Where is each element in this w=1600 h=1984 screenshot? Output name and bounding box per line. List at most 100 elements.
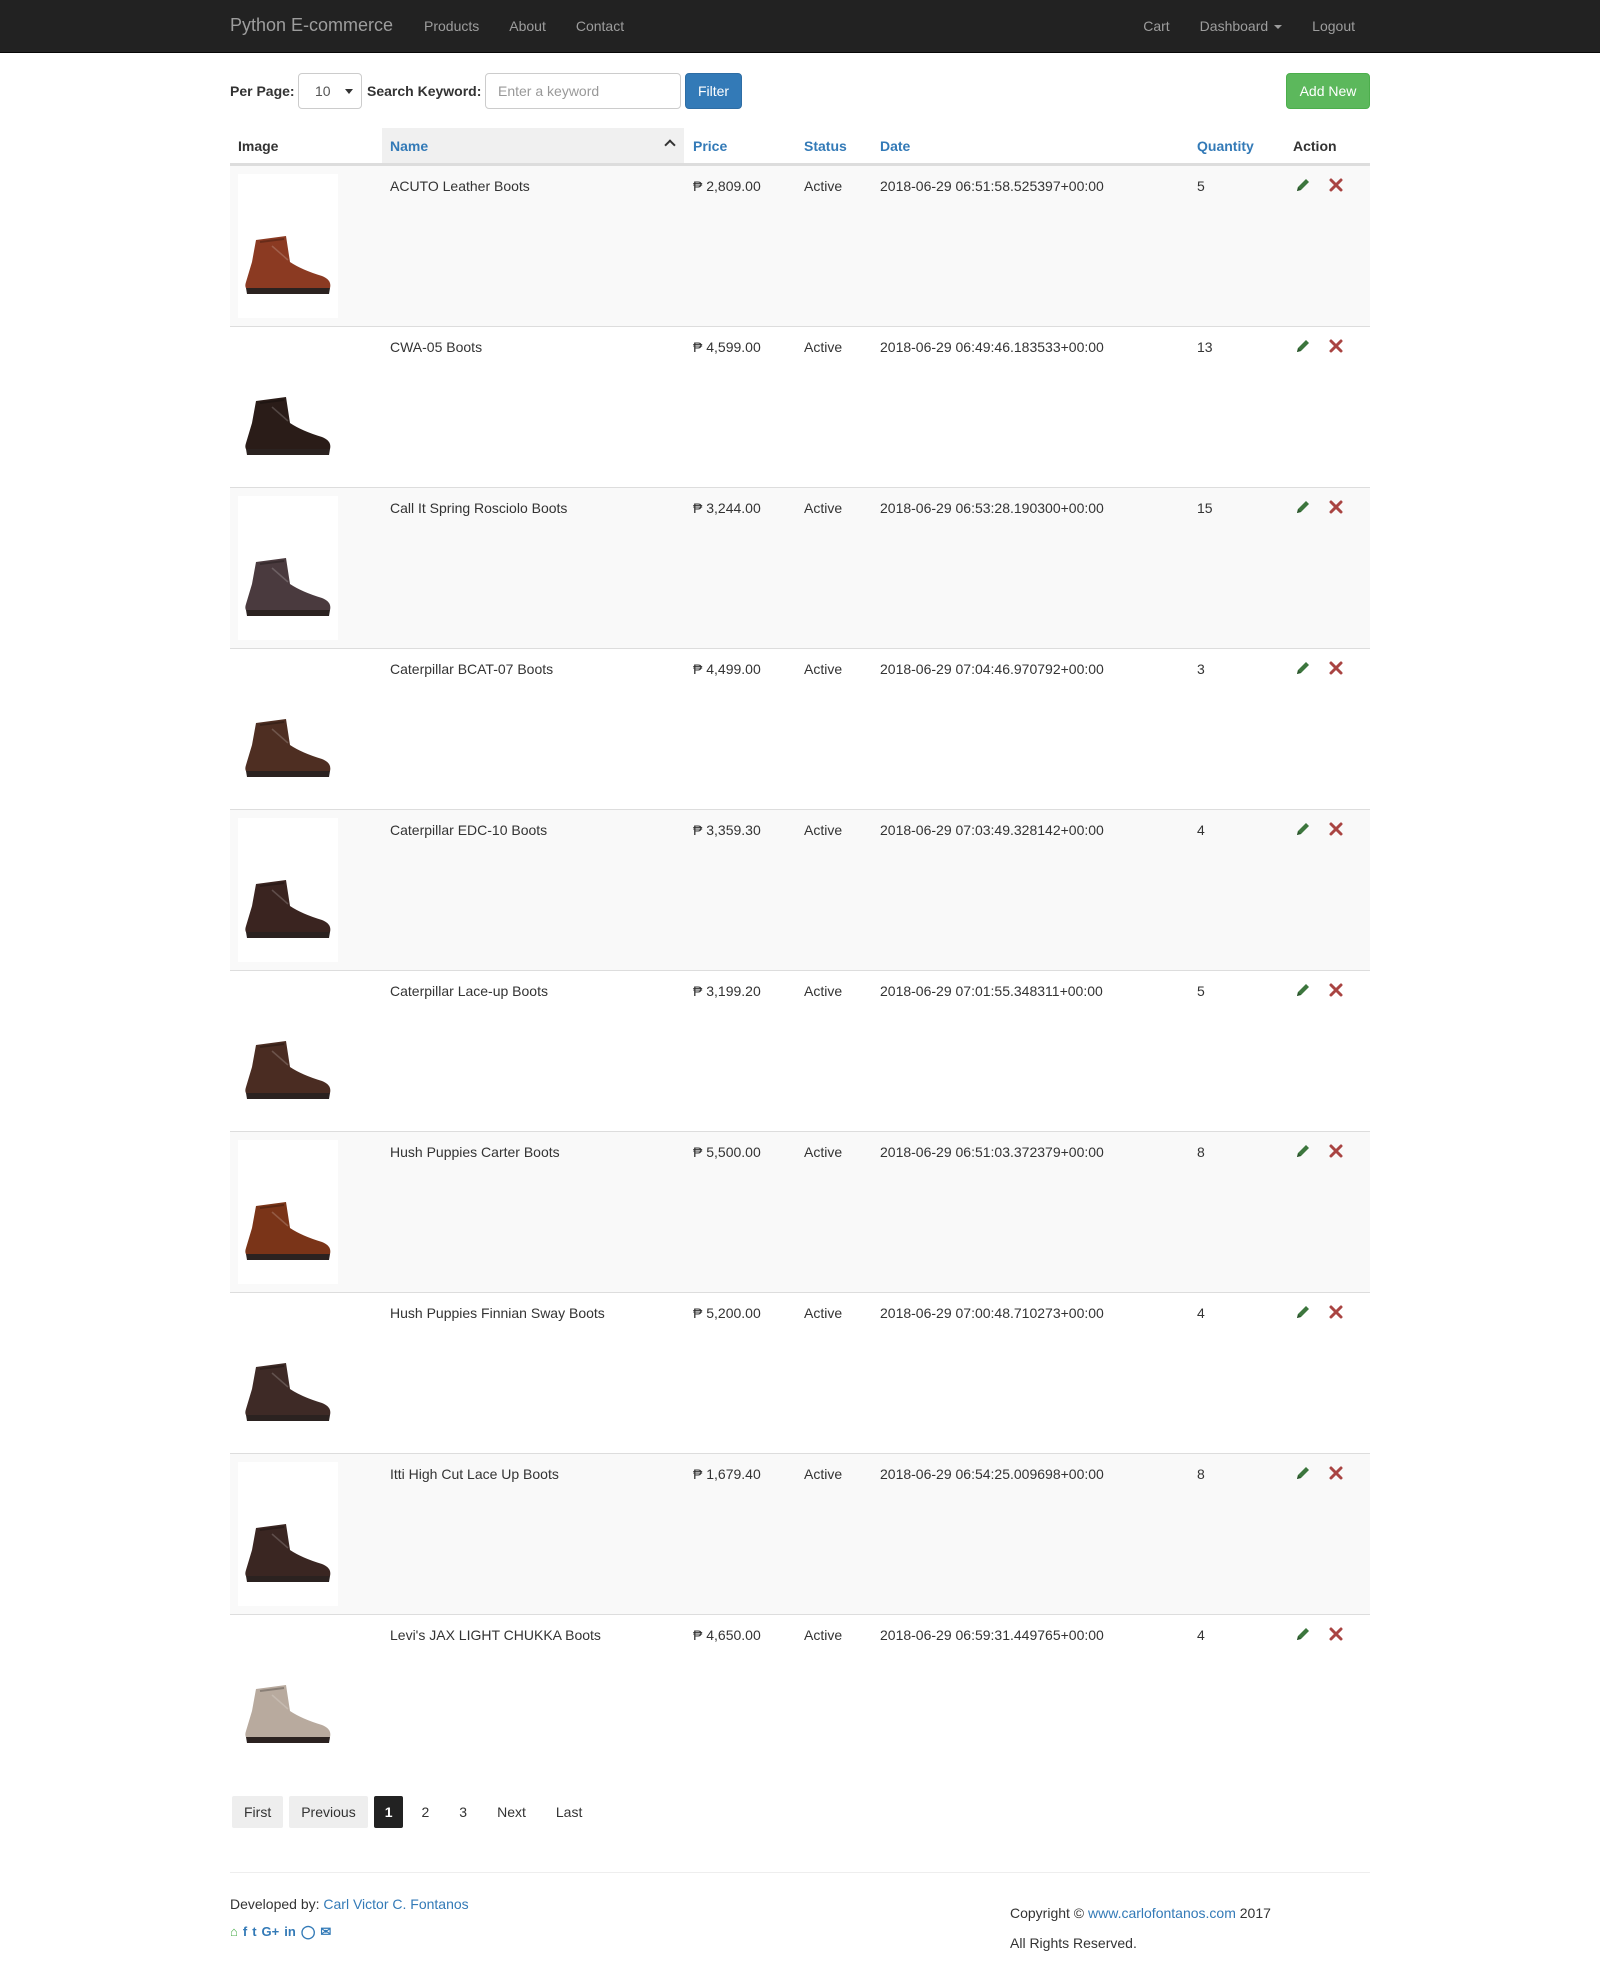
page-previous[interactable]: Previous xyxy=(289,1796,368,1828)
product-image xyxy=(238,1301,338,1445)
pencil-icon[interactable] xyxy=(1294,498,1312,516)
product-date: 2018-06-29 07:00:48.710273+00:00 xyxy=(880,1305,1104,1321)
social-links: ⌂ f t G+ in ◯ ✉ xyxy=(230,1924,331,1940)
per-page-value: 10 xyxy=(315,83,331,99)
boot-image xyxy=(245,1041,331,1099)
developer-link[interactable]: Carl Victor C. Fontanos xyxy=(323,1896,468,1912)
sort-ascending-icon xyxy=(664,139,676,151)
page-1-current[interactable]: 1 xyxy=(373,1796,404,1828)
google-plus-icon[interactable]: G+ xyxy=(262,1924,280,1940)
boot-image xyxy=(245,1685,331,1743)
footer-divider xyxy=(230,1872,1370,1873)
page-2[interactable]: 2 xyxy=(409,1796,441,1828)
product-quantity: 5 xyxy=(1197,983,1205,999)
product-quantity: 15 xyxy=(1197,500,1213,516)
site-link[interactable]: www.carlofontanos.com xyxy=(1088,1905,1236,1921)
delete-x-icon[interactable] xyxy=(1327,1625,1345,1643)
add-new-button[interactable]: Add New xyxy=(1286,73,1370,109)
table-row: Levi's JAX LIGHT CHUKKA Boots ₱ 4,650.00… xyxy=(230,1614,1370,1775)
table-body: ACUTO Leather Boots ₱ 2,809.00 Active 20… xyxy=(230,165,1370,1775)
product-image xyxy=(238,657,338,801)
home-icon[interactable]: ⌂ xyxy=(230,1924,238,1940)
product-image xyxy=(238,496,338,640)
product-status: Active xyxy=(804,822,843,838)
delete-x-icon[interactable] xyxy=(1327,1464,1345,1482)
nav-about[interactable]: About xyxy=(509,18,546,34)
product-date: 2018-06-29 06:51:03.372379+00:00 xyxy=(880,1144,1104,1160)
developed-by-label: Developed by: xyxy=(230,1896,320,1912)
brand-link[interactable]: Python E-commerce xyxy=(230,15,393,36)
copyright: Copyright © www.carlofontanos.com 2017 xyxy=(1010,1905,1271,1921)
delete-x-icon[interactable] xyxy=(1327,1142,1345,1160)
product-name: Hush Puppies Finnian Sway Boots xyxy=(390,1305,605,1321)
pencil-icon[interactable] xyxy=(1294,337,1312,355)
all-rights-reserved: All Rights Reserved. xyxy=(1010,1935,1137,1951)
page-last[interactable]: Last xyxy=(544,1796,594,1828)
delete-x-icon[interactable] xyxy=(1327,176,1345,194)
nav-contact[interactable]: Contact xyxy=(576,18,624,34)
product-price: ₱ 1,679.40 xyxy=(693,1466,761,1482)
product-image xyxy=(238,818,338,962)
header-price-sortable[interactable]: Price xyxy=(693,128,727,163)
per-page-select[interactable]: 10 xyxy=(298,73,362,109)
product-quantity: 5 xyxy=(1197,178,1205,194)
pencil-icon[interactable] xyxy=(1294,176,1312,194)
search-keyword-label: Search Keyword: xyxy=(367,83,482,99)
header-quantity-sortable[interactable]: Quantity xyxy=(1197,128,1254,163)
search-input[interactable] xyxy=(485,73,681,109)
product-name: Itti High Cut Lace Up Boots xyxy=(390,1466,559,1482)
product-quantity: 8 xyxy=(1197,1466,1205,1482)
header-image: Image xyxy=(238,138,279,154)
table-row: Call It Spring Rosciolo Boots ₱ 3,244.00… xyxy=(230,487,1370,648)
boot-image xyxy=(245,719,331,777)
facebook-icon[interactable]: f xyxy=(243,1924,247,1940)
nav-logout[interactable]: Logout xyxy=(1312,18,1355,34)
header-name-sortable[interactable]: Name xyxy=(382,128,684,163)
product-image xyxy=(238,1623,338,1767)
page-3[interactable]: 3 xyxy=(447,1796,479,1828)
delete-x-icon[interactable] xyxy=(1327,981,1345,999)
delete-x-icon[interactable] xyxy=(1327,820,1345,838)
pencil-icon[interactable] xyxy=(1294,659,1312,677)
pencil-icon[interactable] xyxy=(1294,1142,1312,1160)
twitter-icon[interactable]: t xyxy=(252,1924,256,1940)
product-name: Levi's JAX LIGHT CHUKKA Boots xyxy=(390,1627,601,1643)
table-row: Hush Puppies Finnian Sway Boots ₱ 5,200.… xyxy=(230,1292,1370,1453)
toolbar: Per Page: 10 Search Keyword: Filter Add … xyxy=(230,73,1370,109)
nav-products[interactable]: Products xyxy=(424,18,479,34)
nav-dashboard-label: Dashboard xyxy=(1199,18,1269,34)
nav-dashboard-dropdown[interactable]: Dashboard xyxy=(1200,18,1283,34)
product-status: Active xyxy=(804,1466,843,1482)
product-image xyxy=(238,335,338,479)
table-row: Hush Puppies Carter Boots ₱ 5,500.00 Act… xyxy=(230,1131,1370,1292)
delete-x-icon[interactable] xyxy=(1327,1303,1345,1321)
header-date-sortable[interactable]: Date xyxy=(880,128,910,163)
product-status: Active xyxy=(804,1627,843,1643)
envelope-icon[interactable]: ✉ xyxy=(320,1924,331,1940)
product-image xyxy=(238,979,338,1123)
page-next[interactable]: Next xyxy=(485,1796,538,1828)
pencil-icon[interactable] xyxy=(1294,1303,1312,1321)
page-first[interactable]: First xyxy=(232,1796,284,1828)
pencil-icon[interactable] xyxy=(1294,820,1312,838)
product-date: 2018-06-29 06:49:46.183533+00:00 xyxy=(880,339,1104,355)
product-name: Caterpillar BCAT-07 Boots xyxy=(390,661,554,677)
pencil-icon[interactable] xyxy=(1294,981,1312,999)
delete-x-icon[interactable] xyxy=(1327,659,1345,677)
table-row: Caterpillar BCAT-07 Boots ₱ 4,499.00 Act… xyxy=(230,648,1370,809)
product-quantity: 4 xyxy=(1197,1627,1205,1643)
filter-button[interactable]: Filter xyxy=(685,73,742,109)
product-name: ACUTO Leather Boots xyxy=(390,178,530,194)
nav-cart[interactable]: Cart xyxy=(1143,18,1169,34)
delete-x-icon[interactable] xyxy=(1327,337,1345,355)
boot-image xyxy=(245,1202,331,1260)
product-image xyxy=(238,1462,338,1606)
delete-x-icon[interactable] xyxy=(1327,498,1345,516)
table-header: Image Name Price Status Date Quantity Ac… xyxy=(230,128,1370,165)
pencil-icon[interactable] xyxy=(1294,1625,1312,1643)
github-icon[interactable]: ◯ xyxy=(301,1924,316,1940)
pencil-icon[interactable] xyxy=(1294,1464,1312,1482)
products-table: Image Name Price Status Date Quantity Ac… xyxy=(230,128,1370,1775)
linkedin-icon[interactable]: in xyxy=(284,1924,296,1940)
header-status-sortable[interactable]: Status xyxy=(804,128,847,163)
